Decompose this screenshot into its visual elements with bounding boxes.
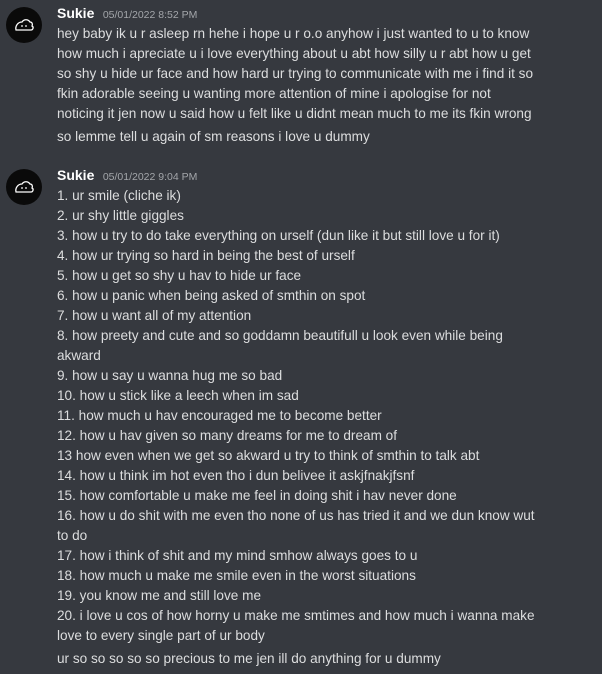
message-header: Sukie 05/01/2022 9:04 PM: [57, 167, 197, 187]
ghost-avatar-icon: [15, 19, 34, 31]
message-line: how much i apreciate u i love everything…: [57, 46, 531, 61]
list-item: 15. how comfortable u make me feel in do…: [57, 488, 457, 503]
user-avatar[interactable]: [6, 7, 42, 43]
list-item: 1. ur smile (cliche ik): [57, 188, 181, 203]
list-item: 17. how i think of shit and my mind smho…: [57, 548, 418, 563]
list-item: 11. how much u hav encouraged me to beco…: [57, 408, 382, 423]
list-item: 9. how u say u wanna hug me so bad: [57, 368, 283, 383]
message-header: Sukie 05/01/2022 8:52 PM: [57, 5, 197, 25]
username[interactable]: Sukie: [57, 167, 94, 183]
user-avatar[interactable]: [6, 169, 42, 205]
list-item: love to every single part of ur body: [57, 628, 265, 643]
list-item: 2. ur shy little giggles: [57, 208, 184, 223]
list-item: 6. how u panic when being asked of smthi…: [57, 288, 366, 303]
list-item: 19. you know me and still love me: [57, 588, 262, 603]
username[interactable]: Sukie: [57, 5, 94, 21]
message-line: so shy u hide ur face and how hard ur tr…: [57, 66, 534, 81]
list-item: to do: [57, 528, 88, 543]
followup-message: so lemme tell u again of sm reasons i lo…: [57, 129, 370, 144]
list-item: 18. how much u make me smile even in the…: [57, 568, 416, 583]
message-line: hey baby ik u r asleep rn hehe i hope u …: [57, 26, 530, 41]
list-item: 20. i love u cos of how horny u make me …: [57, 608, 535, 623]
list-item: akward: [57, 348, 101, 363]
list-item: 14. how u think im hot even tho i dun be…: [57, 468, 415, 483]
list-item: 12. how u hav given so many dreams for m…: [57, 428, 398, 443]
followup-message: ur so so so so so precious to me jen ill…: [57, 651, 441, 666]
list-item: 10. how u stick like a leech when im sad: [57, 388, 299, 403]
list-item: 5. how u get so shy u hav to hide ur fac…: [57, 268, 302, 283]
timestamp[interactable]: 05/01/2022 9:04 PM: [103, 171, 198, 183]
list-item: 4. how ur trying so hard in being the be…: [57, 248, 355, 263]
list-item: 8. how preety and cute and so goddamn be…: [57, 328, 503, 343]
list-item: 16. how u do shit with me even tho none …: [57, 508, 535, 523]
list-item: 13 how even when we get so akward u try …: [57, 448, 480, 463]
ghost-avatar-icon: [15, 181, 34, 193]
message-line: fkin adorable seeing u wanting more atte…: [57, 86, 491, 101]
message-line: noticing it jen now u said how u felt li…: [57, 106, 532, 121]
timestamp[interactable]: 05/01/2022 8:52 PM: [103, 9, 198, 21]
list-item: 3. how u try to do take everything on ur…: [57, 228, 500, 243]
list-item: 7. how u want all of my attention: [57, 308, 252, 323]
